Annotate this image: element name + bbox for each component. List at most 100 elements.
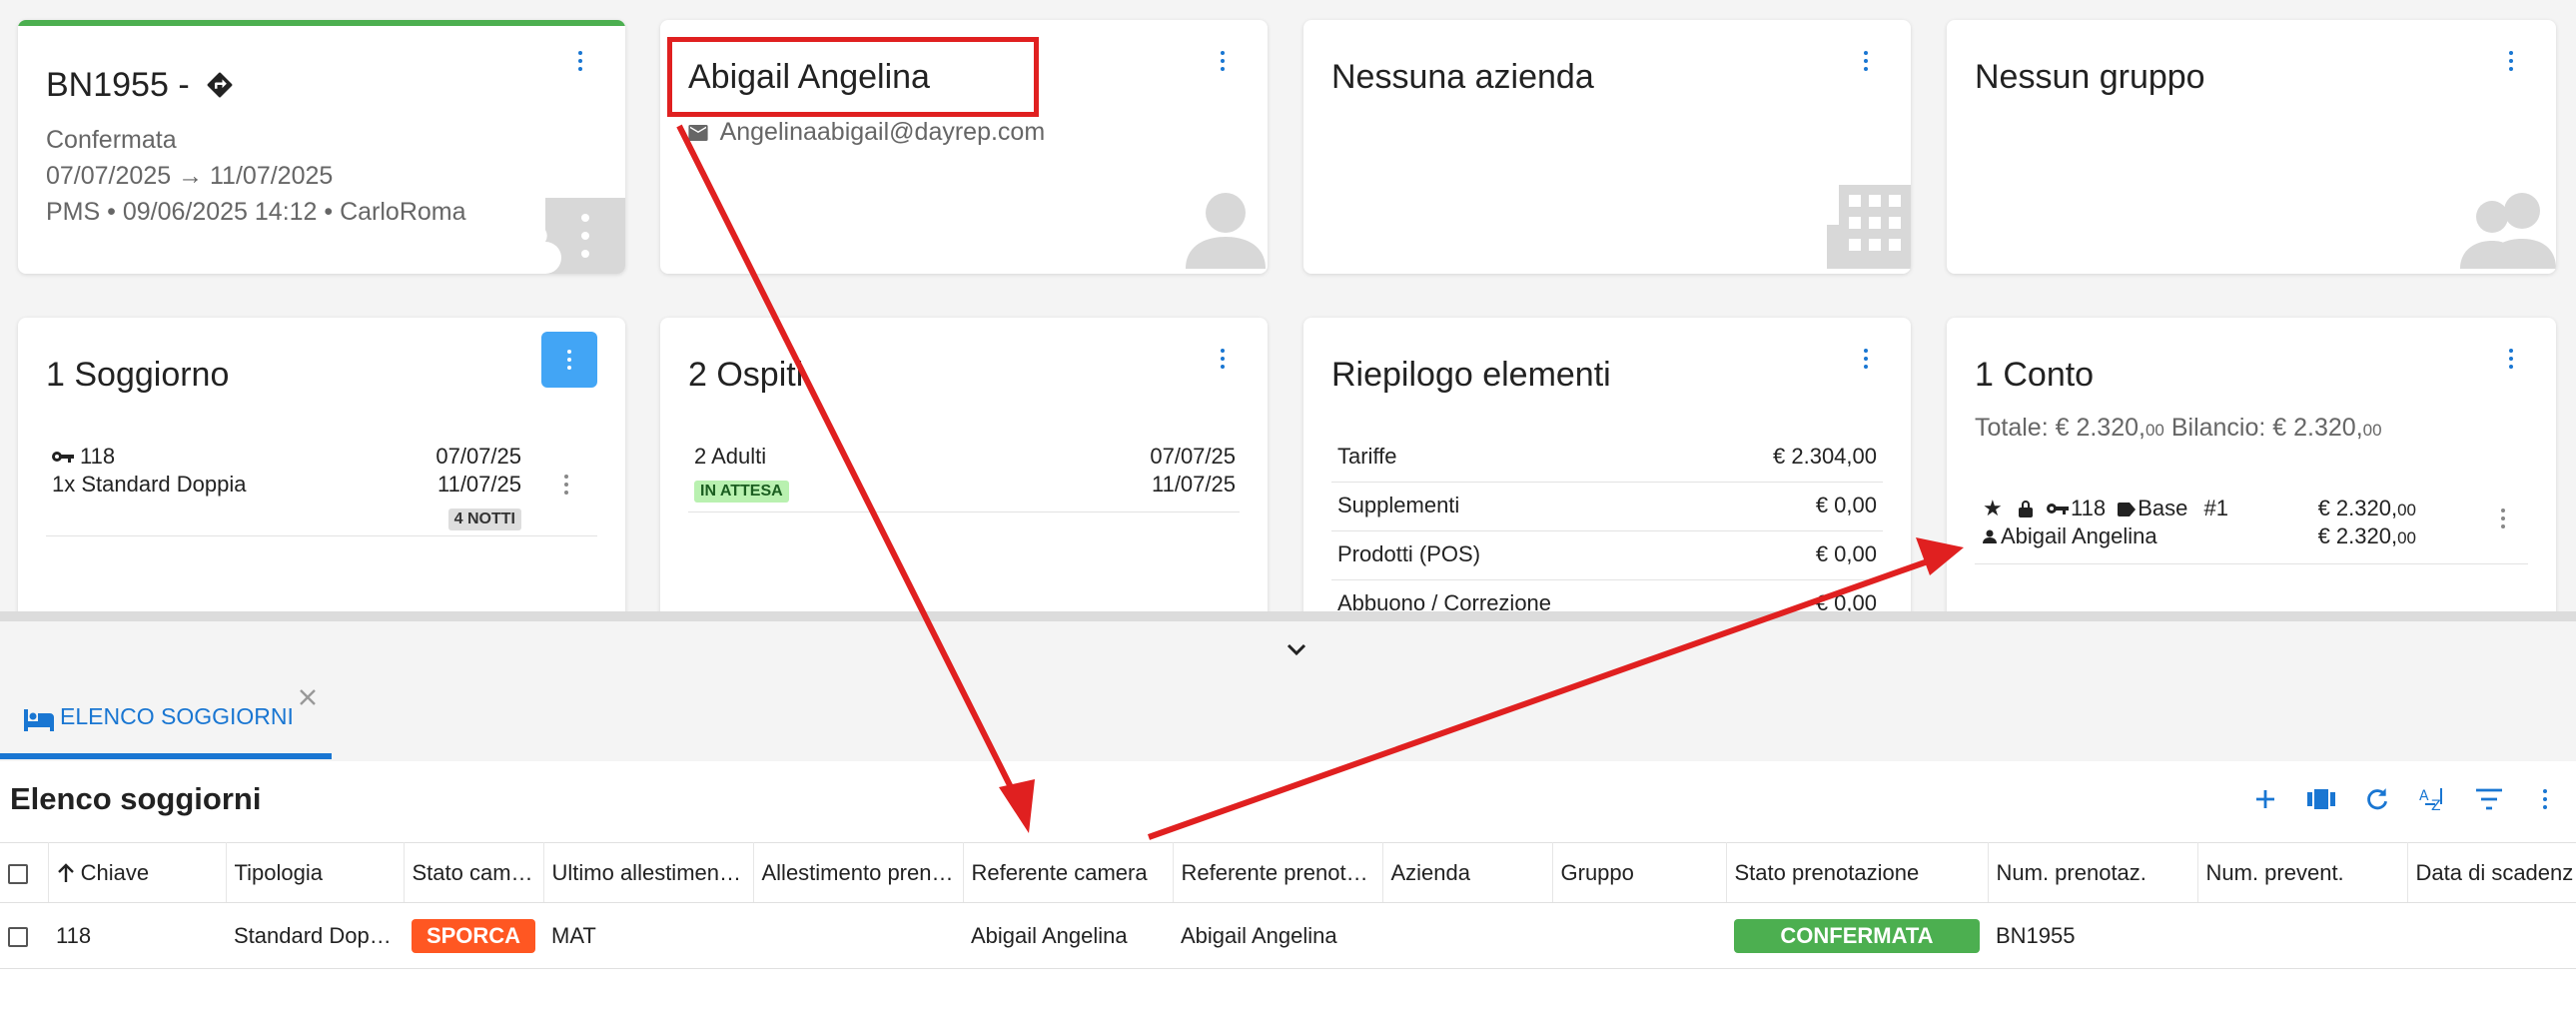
- cell-stato-camera: SPORCA: [404, 902, 543, 969]
- grid-menu-button[interactable]: [2527, 781, 2563, 817]
- refresh-button[interactable]: [2359, 781, 2395, 817]
- key-icon: [2046, 504, 2069, 514]
- status-badge: SPORCA: [412, 918, 535, 953]
- guest-email: Angelinaabigail@dayrep.com: [719, 118, 1046, 146]
- summary-value-prodotti: € 0,00: [1815, 541, 1877, 566]
- account-card: 1 Conto Totale: € 2.320,00 Bilancio: € 2…: [1947, 318, 2556, 637]
- building-icon: [1827, 185, 1911, 274]
- guest-menu-button[interactable]: [1206, 44, 1240, 78]
- stay-date-to: 11/07/25: [436, 472, 521, 497]
- sort-az-icon: AZ: [2419, 788, 2442, 814]
- company-card: Nessuna azienda: [1303, 20, 1911, 274]
- column-header-gruppo[interactable]: Gruppo: [1552, 842, 1727, 903]
- booking-menu-button[interactable]: [563, 44, 597, 78]
- column-header-stato-prenotazione[interactable]: Stato prenotazione: [1726, 842, 1989, 903]
- cell-chiave: 118: [48, 902, 226, 969]
- column-header-allestimento-pren[interactable]: Allestimento pren…: [753, 842, 964, 903]
- tab-label: ELENCO SOGGIORNI: [60, 703, 294, 729]
- guests-title: 2 Ospiti: [688, 356, 804, 394]
- account-row-menu-button[interactable]: [2486, 502, 2520, 535]
- cell-gruppo: [1552, 902, 1726, 969]
- guests-date-from: 07/07/25: [1150, 444, 1236, 469]
- stay-row-menu-button[interactable]: [549, 468, 583, 502]
- summary-value-supplementi: € 0,00: [1815, 493, 1877, 517]
- person-small-icon: [1983, 529, 1997, 543]
- cell-ultimo-allestimento: MAT: [543, 902, 753, 969]
- close-icon: [300, 689, 316, 705]
- bed-icon: [24, 709, 54, 731]
- cell-num-prenotazione: BN1955: [1988, 902, 2197, 969]
- column-header-chiave[interactable]: Chiave: [48, 842, 227, 903]
- label-icon: [2118, 503, 2137, 516]
- svg-text:A: A: [2419, 788, 2429, 804]
- account-amount-2: € 2.320,00: [2317, 523, 2416, 548]
- summary-card: Riepilogo elementi Tariffe € 2.304,00 Su…: [1303, 318, 1911, 637]
- account-line: ★ 118 Base #1: [1983, 496, 2228, 521]
- add-button[interactable]: [2247, 781, 2283, 817]
- view-columns-button[interactable]: [2303, 781, 2339, 817]
- stays-title: 1 Soggiorno: [46, 356, 230, 394]
- tab-elenco-soggiorni[interactable]: ELENCO SOGGIORNI: [0, 685, 332, 759]
- cell-data-scadenza: [2407, 902, 2576, 969]
- account-menu-button[interactable]: [2494, 342, 2528, 376]
- account-title: 1 Conto: [1975, 356, 2095, 394]
- stay-room: 118: [52, 444, 115, 470]
- sort-button[interactable]: AZ: [2415, 781, 2451, 817]
- stays-menu-button[interactable]: [541, 332, 597, 388]
- booking-title: BN1955 -: [46, 66, 235, 105]
- stay-room-type: 1x Standard Doppia: [52, 472, 247, 497]
- column-header-ultimo-allestimento[interactable]: Ultimo allestimen…: [543, 842, 754, 903]
- select-all-checkbox[interactable]: [0, 842, 49, 903]
- guests-date-to: 11/07/25: [1151, 472, 1236, 497]
- stay-nights-badge: 4 NOTTI: [447, 504, 521, 530]
- stays-card: 1 Soggiorno 118 1x Standard Doppia 07/07…: [18, 318, 625, 637]
- cell-allestimento-pren: [753, 902, 963, 969]
- summary-label-prodotti: Prodotti (POS): [1337, 541, 1481, 566]
- filter-button[interactable]: [2471, 781, 2507, 817]
- stays-divider: [46, 535, 597, 536]
- column-header-data-scadenza[interactable]: Data di scadenz: [2407, 842, 2576, 903]
- guests-menu-button[interactable]: [1206, 342, 1240, 376]
- summary-label-supplementi: Supplementi: [1337, 493, 1460, 517]
- panel-resize-handle[interactable]: [0, 611, 2576, 621]
- group-menu-button[interactable]: [2494, 44, 2528, 78]
- guest-email-line: Angelinaabigail@dayrep.com: [688, 118, 1045, 147]
- annotation-highlight-box: [667, 37, 1039, 117]
- column-header-referente-prenotazione[interactable]: Referente prenot…: [1173, 842, 1383, 903]
- stay-room-number: 118: [80, 444, 116, 469]
- account-holder: Abigail Angelina: [2001, 523, 2157, 548]
- directions-icon: [207, 72, 233, 98]
- status-badge: CONFERMATA: [1734, 918, 1980, 953]
- table-row[interactable]: 118 Standard Dop… SPORCA MAT Abigail Ang…: [0, 902, 2576, 969]
- cell-tipologia: Standard Dop…: [226, 902, 404, 969]
- tab-close-button[interactable]: [296, 685, 320, 709]
- column-header-stato-camera[interactable]: Stato cam…: [404, 842, 544, 903]
- stays-table: Chiave Tipologia Stato cam… Ultimo alles…: [0, 842, 2576, 969]
- group-card: Nessun gruppo: [1947, 20, 2556, 274]
- cell-azienda: [1382, 902, 1552, 969]
- summary-divider: [1331, 482, 1883, 483]
- account-totals: Totale: € 2.320,00 Bilancio: € 2.320,00: [1975, 414, 2382, 442]
- row-checkbox[interactable]: [0, 902, 48, 969]
- cell-referente-camera: Abigail Angelina: [963, 902, 1173, 969]
- column-header-num-preventivo[interactable]: Num. prevent.: [2197, 842, 2408, 903]
- collapse-panel-button[interactable]: [1281, 637, 1312, 661]
- arrow-up-icon: [57, 862, 74, 882]
- guests-card: 2 Ospiti 2 Adulti IN ATTESA 07/07/25 11/…: [660, 318, 1268, 637]
- key-icon: [52, 452, 74, 463]
- account-amount-1: € 2.320,00: [2317, 496, 2416, 520]
- column-header-num-prenotazione[interactable]: Num. prenotaz.: [1988, 842, 2198, 903]
- refresh-icon: [2367, 788, 2388, 810]
- column-header-azienda[interactable]: Azienda: [1382, 842, 1553, 903]
- column-header-referente-camera[interactable]: Referente camera: [963, 842, 1174, 903]
- tab-active-underline: [0, 753, 332, 759]
- star-icon: ★: [1983, 496, 2003, 520]
- summary-menu-button[interactable]: [1849, 342, 1883, 376]
- column-header-tipologia[interactable]: Tipologia: [226, 842, 405, 903]
- view-carousel-icon: [2307, 789, 2335, 809]
- filter-icon: [2476, 788, 2502, 810]
- company-menu-button[interactable]: [1849, 44, 1883, 78]
- booking-status: Confermata: [46, 126, 177, 154]
- guests-status-badge: IN ATTESA: [694, 476, 789, 503]
- lock-icon: [2018, 501, 2033, 517]
